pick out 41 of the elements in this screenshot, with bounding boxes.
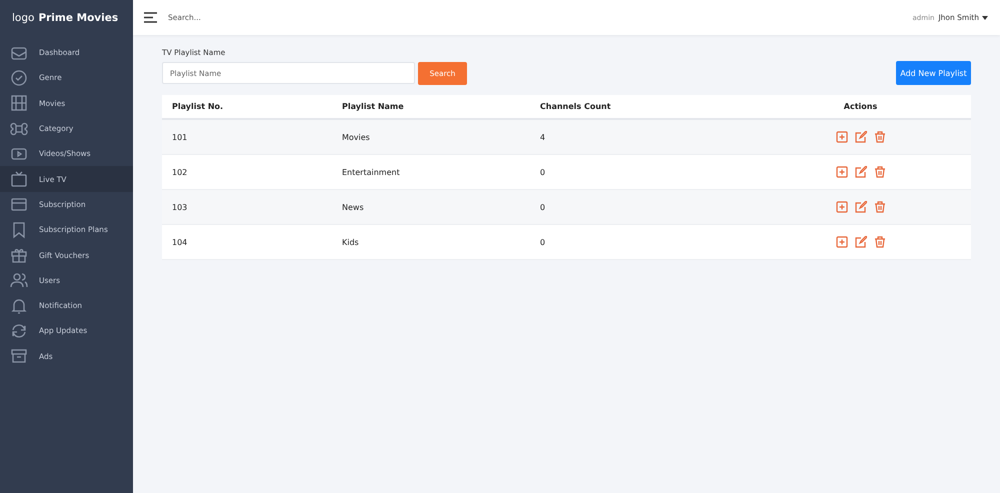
users-icon <box>10 271 28 290</box>
table-cell-text: 101 <box>171 132 188 142</box>
table-cell-text: Kids <box>342 238 360 246</box>
column-header: Playlist Name <box>342 102 405 111</box>
table-cell-text: News <box>342 202 365 212</box>
delete-icon[interactable] <box>874 131 886 143</box>
add-icon[interactable] <box>836 131 848 143</box>
menu-icon[interactable] <box>144 12 158 23</box>
column-header: Channels Count <box>540 102 612 111</box>
refresh-icon <box>10 322 28 340</box>
table-cell-text: 0 <box>540 238 546 246</box>
check-circle-icon <box>10 68 28 87</box>
table-cell-text: 103 <box>171 202 188 212</box>
edit-icon[interactable] <box>854 201 866 213</box>
table-cell-text: 102 <box>171 168 188 176</box>
table-cell-text: Movies <box>342 132 371 142</box>
delete-icon[interactable] <box>874 201 886 213</box>
caret-icon[interactable] <box>982 16 988 20</box>
gift-icon <box>10 246 28 264</box>
add-icon[interactable] <box>836 201 848 213</box>
add-icon[interactable] <box>836 166 848 178</box>
tv-icon <box>10 170 28 188</box>
bell-icon <box>10 296 28 315</box>
edit-icon[interactable] <box>854 166 866 178</box>
delete-icon[interactable] <box>874 236 886 248</box>
add-playlist-button[interactable]: Add New Playlist <box>896 61 971 85</box>
logo-text: logo <box>12 12 34 24</box>
edit-icon[interactable] <box>854 236 866 248</box>
table-cell-text: Entertainment <box>342 168 401 176</box>
add-icon[interactable] <box>836 236 848 248</box>
edit-icon[interactable] <box>854 131 866 143</box>
film-icon <box>10 94 28 112</box>
column-header: Actions <box>842 102 878 111</box>
archive-icon <box>10 347 28 366</box>
table-cell-text: 4 <box>540 132 546 142</box>
table-cell-text: 104 <box>171 238 188 246</box>
column-header: Playlist No. <box>171 102 224 111</box>
table-cell-text: 0 <box>540 202 546 212</box>
brand-name: Prime Movies <box>38 12 118 24</box>
delete-icon[interactable] <box>874 166 886 178</box>
table-cell-text: 0 <box>540 168 546 176</box>
